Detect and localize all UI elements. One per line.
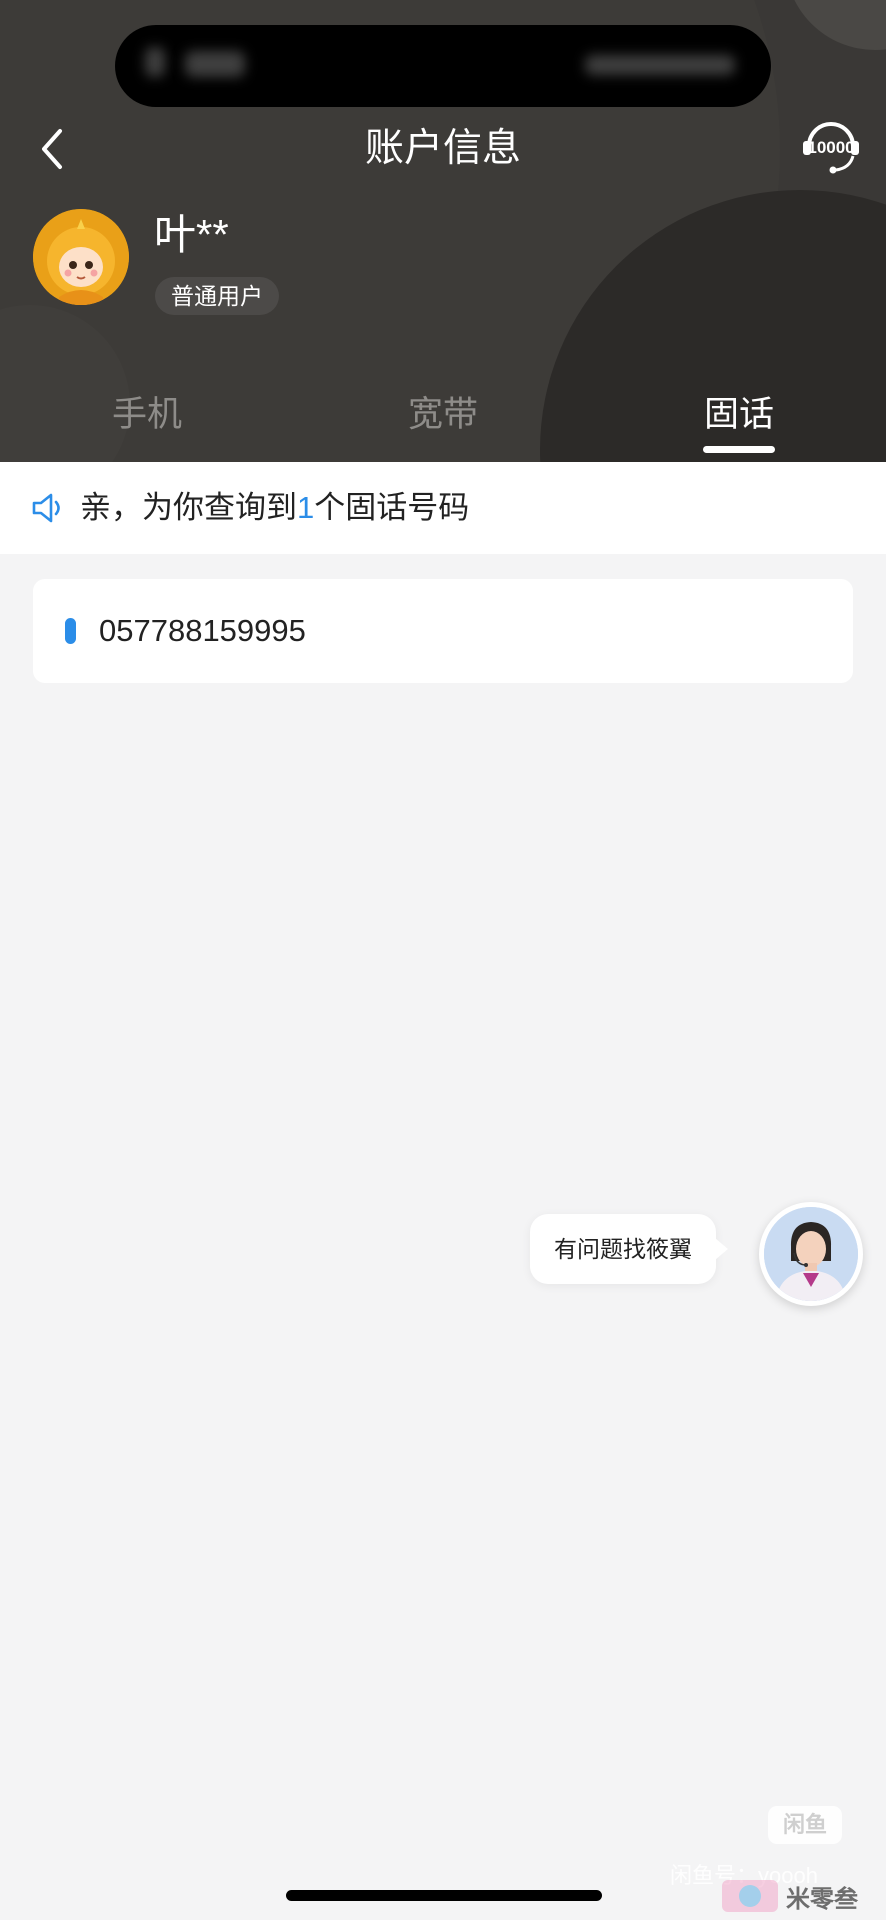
blurred-status-text	[185, 51, 245, 77]
notice-prefix: 亲，为你查询到	[80, 490, 297, 525]
hotline-button[interactable]: 10000	[800, 118, 862, 180]
tab-landline[interactable]: 固话	[649, 388, 829, 442]
header-decoration	[785, 0, 886, 50]
blurred-status-text	[585, 55, 735, 75]
watermark-logo: 闲鱼	[768, 1806, 842, 1844]
account-header: 账户信息 10000 叶** 普通用户 手机 宽带 固话	[0, 0, 886, 462]
notice-text: 亲，为你查询到1个固话号码	[80, 482, 469, 534]
blurred-status-icon	[145, 47, 165, 77]
active-tab-indicator	[703, 446, 775, 453]
assistant-avatar-button[interactable]	[759, 1202, 863, 1306]
dynamic-island	[115, 25, 771, 107]
assistant-prompt-bubble[interactable]: 有问题找筱翼	[530, 1214, 728, 1284]
tab-broadband[interactable]: 宽带	[353, 388, 533, 442]
10000-hotline-icon: 10000	[803, 122, 859, 174]
user-name: 叶**	[154, 211, 229, 258]
notice-bar: 亲，为你查询到1个固话号码	[0, 462, 886, 554]
svg-text:10000: 10000	[807, 138, 854, 157]
assistant-prompt-text: 有问题找筱翼	[554, 1236, 692, 1262]
cartoon-avatar-icon	[33, 209, 129, 305]
landline-number: 057788159995	[99, 613, 306, 648]
landline-number-card[interactable]: 057788159995	[33, 579, 853, 683]
watermark-brand: 米零叁	[720, 1874, 880, 1918]
user-avatar[interactable]	[33, 209, 129, 305]
customer-service-agent-icon	[764, 1207, 858, 1301]
tab-mobile[interactable]: 手机	[57, 388, 237, 442]
notice-count: 1	[297, 490, 315, 525]
page-title: 账户信息	[364, 127, 521, 170]
watermark-brand-name: 米零叁	[786, 1885, 858, 1913]
card-marker	[65, 618, 76, 644]
watermark-703-icon	[722, 1880, 778, 1912]
user-level-badge: 普通用户	[155, 277, 279, 315]
home-indicator	[286, 1890, 602, 1901]
speaker-icon	[32, 493, 60, 523]
notice-suffix: 个固话号码	[314, 490, 470, 525]
